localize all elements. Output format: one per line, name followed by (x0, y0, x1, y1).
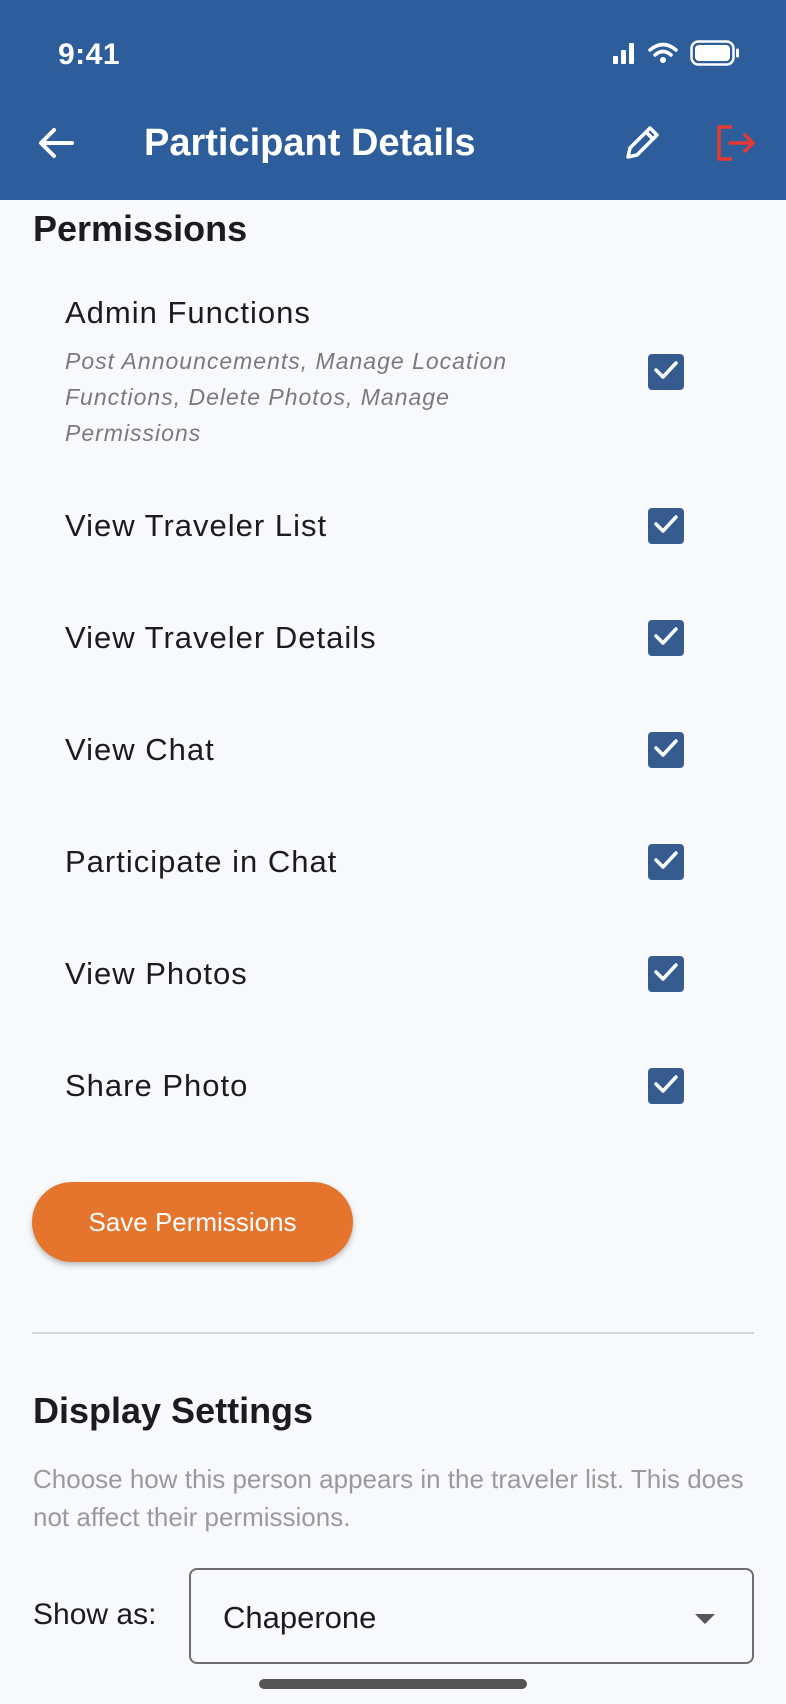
page-title: Participant Details (144, 122, 476, 164)
logout-button[interactable] (708, 117, 764, 173)
permission-label: View Traveler List (65, 508, 328, 543)
back-button[interactable] (28, 117, 84, 173)
status-time: 9:41 (58, 38, 121, 71)
show-as-value: Chaperone (223, 1600, 377, 1635)
caret-down-icon (694, 1612, 716, 1630)
home-indicator (259, 1679, 527, 1689)
app-bar: 9:41 Participant Details (0, 0, 786, 200)
permission-row-view-traveler-list: View Traveler List (65, 508, 685, 544)
checkmark-icon (653, 513, 679, 540)
display-settings-description: Choose how this person appears in the tr… (33, 1464, 744, 1532)
permission-label: Participate in Chat (65, 844, 338, 879)
permission-row-view-chat: View Chat (65, 732, 685, 768)
permission-row-share-photo: Share Photo (65, 1068, 685, 1104)
permission-row-admin-functions: Admin Functions Post Announcements, Mana… (65, 295, 685, 451)
permission-label: View Photos (65, 956, 248, 991)
permissions-title: Permissions (33, 208, 248, 249)
arrow-left-icon (38, 127, 74, 164)
checkbox-admin-functions[interactable] (648, 354, 684, 390)
checkmark-icon (653, 625, 679, 652)
battery-icon (690, 40, 740, 71)
checkbox-view-traveler-details[interactable] (648, 620, 684, 656)
checkbox-view-photos[interactable] (648, 956, 684, 992)
show-as-label: Show as: (33, 1598, 157, 1631)
checkmark-icon (653, 849, 679, 876)
wifi-icon (648, 42, 678, 69)
permission-row-view-traveler-details: View Traveler Details (65, 620, 685, 656)
logout-icon (716, 124, 756, 167)
signal-icon (612, 42, 636, 69)
pencil-icon (623, 124, 661, 167)
save-permissions-button[interactable]: Save Permissions (32, 1182, 353, 1262)
permission-label: Admin Functions (65, 295, 311, 330)
checkmark-icon (653, 1073, 679, 1100)
checkbox-participate-in-chat[interactable] (648, 844, 684, 880)
checkbox-share-photo[interactable] (648, 1068, 684, 1104)
checkmark-icon (653, 737, 679, 764)
display-settings-title: Display Settings (33, 1390, 314, 1431)
checkbox-view-chat[interactable] (648, 732, 684, 768)
permission-row-view-photos: View Photos (65, 956, 685, 992)
checkbox-view-traveler-list[interactable] (648, 508, 684, 544)
permission-label: View Traveler Details (65, 620, 377, 655)
section-divider (32, 1332, 754, 1334)
status-icons (612, 40, 740, 71)
permission-description: Post Announcements, Manage Location Func… (65, 348, 508, 446)
permission-label: Share Photo (65, 1068, 249, 1103)
permission-label: View Chat (65, 732, 215, 767)
checkmark-icon (653, 359, 679, 386)
edit-button[interactable] (614, 117, 670, 173)
permission-row-participate-in-chat: Participate in Chat (65, 844, 685, 880)
checkmark-icon (653, 961, 679, 988)
show-as-select[interactable]: Chaperone (189, 1568, 754, 1664)
